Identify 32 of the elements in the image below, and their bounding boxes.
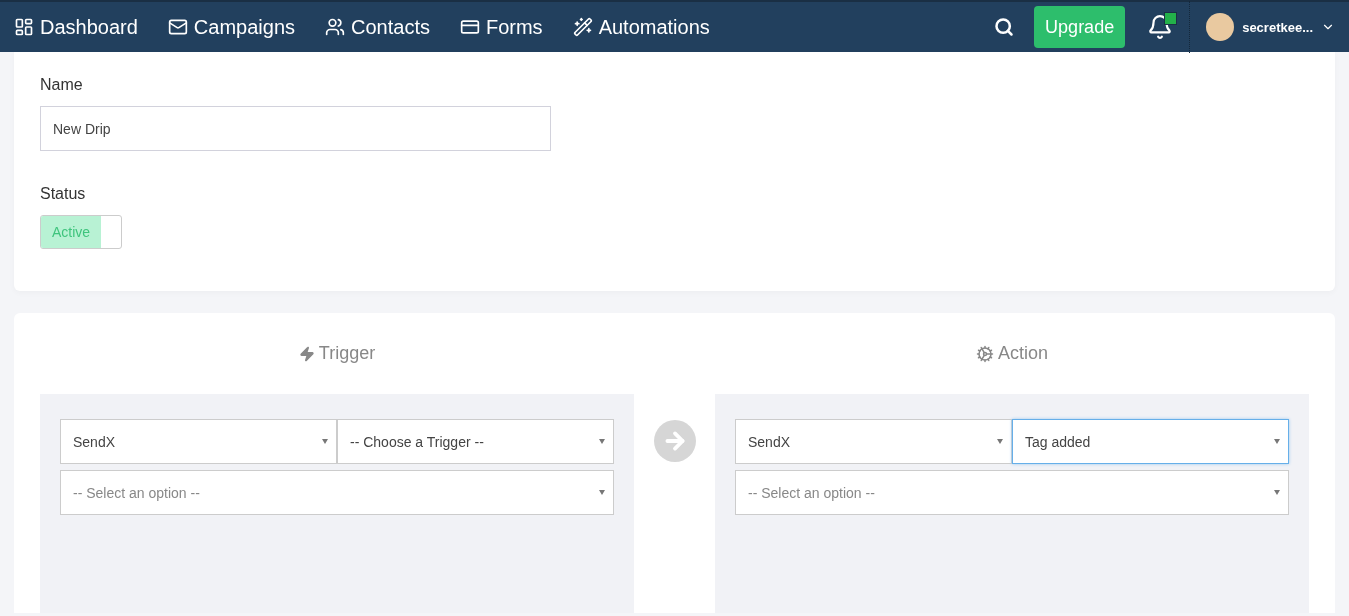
form-icon — [459, 17, 480, 37]
dashboard-icon — [14, 17, 34, 37]
caret-icon — [1274, 490, 1280, 495]
nav-link[interactable]: Campaigns — [167, 15, 295, 39]
select-field[interactable]: -- Select an option -- — [735, 470, 1289, 515]
select-field[interactable]: Tag added — [1012, 419, 1289, 464]
people-icon — [325, 17, 345, 37]
select-field[interactable]: SendX — [735, 419, 1012, 464]
search-icon[interactable] — [994, 17, 1015, 37]
nav-link[interactable]: Automations — [572, 15, 710, 39]
select-field[interactable]: -- Select an option -- — [60, 470, 614, 515]
caret-icon — [599, 439, 605, 444]
caret-icon — [322, 439, 328, 444]
field-label: Name — [40, 76, 84, 94]
avatar[interactable] — [1206, 13, 1235, 41]
nav-link[interactable]: Forms — [459, 15, 543, 39]
envelope-icon — [167, 17, 188, 37]
name-input[interactable]: New Drip — [40, 106, 551, 151]
nav-link[interactable]: Contacts — [325, 15, 430, 39]
select-field[interactable]: SendX — [60, 419, 337, 464]
caret-icon — [1274, 439, 1280, 444]
section-title: Trigger — [318, 343, 376, 364]
field-label: Status — [40, 185, 87, 203]
nav-link[interactable]: Dashboard — [14, 15, 138, 39]
caret-icon — [997, 439, 1003, 444]
section-title: Action — [998, 343, 1048, 364]
lightning-icon — [298, 345, 315, 362]
select-field[interactable]: -- Choose a Trigger -- — [337, 419, 614, 464]
arrow-right-icon — [653, 420, 696, 462]
user-name[interactable]: secretkee... — [1242, 19, 1313, 35]
caret-icon — [599, 490, 605, 495]
magic-wand-icon — [572, 17, 593, 37]
